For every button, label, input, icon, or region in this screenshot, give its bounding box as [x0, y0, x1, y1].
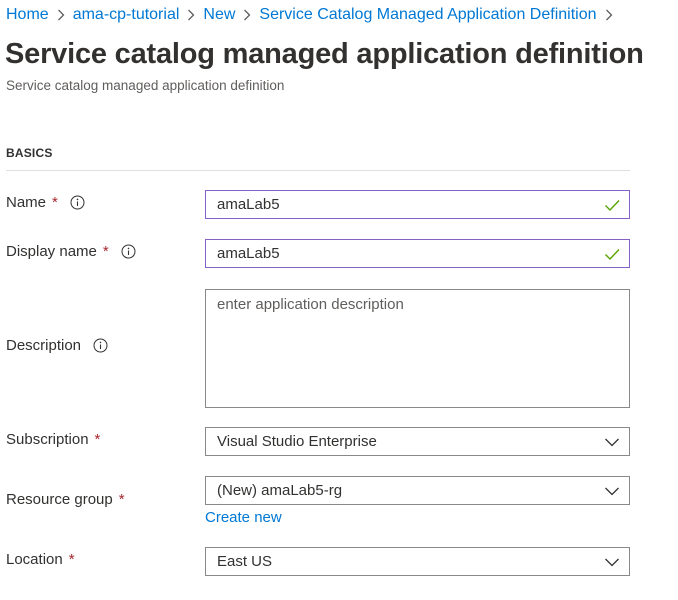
- breadcrumb-service-catalog[interactable]: Service Catalog Managed Application Defi…: [259, 6, 596, 24]
- required-indicator: *: [102, 243, 109, 260]
- info-icon[interactable]: [93, 338, 108, 353]
- chevron-down-icon: [604, 434, 620, 450]
- required-indicator: *: [52, 194, 58, 211]
- page-title: Service catalog managed application defi…: [5, 38, 644, 70]
- resource-group-selected-value: (New) amaLab5-rg: [217, 482, 343, 499]
- checkmark-icon: [604, 246, 620, 262]
- chevron-right-icon: [57, 9, 65, 21]
- subscription-selected-value: Visual Studio Enterprise: [217, 433, 377, 450]
- breadcrumb-resource-group[interactable]: ama-cp-tutorial: [73, 6, 180, 24]
- chevron-right-icon: [243, 9, 251, 21]
- display-name-input[interactable]: amaLab5: [205, 239, 630, 268]
- description-label: Description: [6, 337, 108, 354]
- name-input[interactable]: amaLab5: [205, 190, 630, 219]
- location-label: Location *: [6, 551, 75, 568]
- location-selected-value: East US: [217, 553, 273, 570]
- chevron-right-icon: [187, 9, 195, 21]
- chevron-right-icon: [605, 9, 613, 21]
- display-name-label-text: Display name: [6, 243, 97, 260]
- resource-group-label-text: Resource group: [6, 491, 113, 508]
- section-divider: [6, 170, 630, 171]
- resource-group-label: Resource group *: [6, 491, 125, 508]
- info-icon[interactable]: [121, 244, 136, 259]
- name-input-value: amaLab5: [217, 196, 280, 213]
- required-indicator: *: [94, 431, 101, 448]
- info-icon[interactable]: [70, 195, 85, 210]
- display-name-label: Display name *: [6, 243, 136, 260]
- description-label-text: Description: [6, 337, 82, 354]
- description-placeholder: enter application description: [217, 296, 404, 313]
- name-label-text: Name: [6, 194, 47, 211]
- location-label-text: Location: [6, 551, 63, 568]
- subscription-label: Subscription *: [6, 431, 100, 448]
- breadcrumb: Home ama-cp-tutorial New Service Catalog…: [6, 6, 621, 24]
- display-name-input-value: amaLab5: [217, 245, 280, 262]
- subscription-dropdown[interactable]: Visual Studio Enterprise: [205, 427, 630, 456]
- chevron-down-icon: [604, 554, 620, 570]
- chevron-down-icon: [604, 483, 620, 499]
- section-heading-basics: BASICS: [6, 146, 53, 160]
- breadcrumb-new[interactable]: New: [203, 6, 235, 24]
- subscription-label-text: Subscription: [6, 431, 89, 448]
- breadcrumb-home[interactable]: Home: [6, 6, 49, 24]
- create-new-resource-group-link[interactable]: Create new: [205, 509, 282, 526]
- location-dropdown[interactable]: East US: [205, 547, 630, 576]
- checkmark-icon: [604, 197, 620, 213]
- required-indicator: *: [68, 551, 75, 568]
- page-subtitle: Service catalog managed application defi…: [6, 78, 285, 93]
- required-indicator: *: [118, 491, 125, 508]
- name-label: Name *: [6, 194, 85, 211]
- resource-group-dropdown[interactable]: (New) amaLab5-rg: [205, 476, 630, 505]
- description-textarea[interactable]: enter application description: [205, 289, 630, 408]
